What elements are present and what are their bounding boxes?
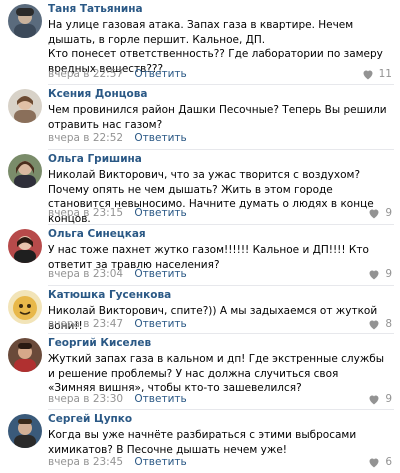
comment-item: Ксения Донцова Чем провинился район Дашк… <box>0 85 400 150</box>
like-button[interactable]: 9 <box>368 207 392 219</box>
heart-icon <box>369 209 379 218</box>
comment-meta: вчера в 23:15 Ответить <box>48 207 187 219</box>
like-count: 8 <box>385 318 392 330</box>
avatar[interactable] <box>8 338 42 372</box>
like-button[interactable]: 11 <box>362 68 392 80</box>
heart-icon <box>369 395 379 404</box>
comment-author[interactable]: Георгий Киселев <box>48 337 151 349</box>
comment-meta: вчера в 22:57 Ответить <box>48 68 187 80</box>
like-count: 6 <box>385 456 392 468</box>
like-button[interactable]: 9 <box>368 393 392 405</box>
comment-author[interactable]: Ксения Донцова <box>48 88 147 100</box>
heart-icon <box>369 458 379 467</box>
heart-icon <box>369 270 379 279</box>
comment-time[interactable]: вчера в 22:52 <box>48 132 123 144</box>
comment-time[interactable]: вчера в 23:04 <box>48 268 123 280</box>
avatar[interactable] <box>8 290 42 324</box>
like-count: 9 <box>385 268 392 280</box>
comment-meta: вчера в 23:47 Ответить <box>48 318 187 330</box>
avatar[interactable] <box>8 414 42 448</box>
like-button[interactable]: 8 <box>368 318 392 330</box>
reply-button[interactable]: Ответить <box>134 318 186 330</box>
reply-button[interactable]: Ответить <box>134 268 186 280</box>
comment-time[interactable]: вчера в 23:47 <box>48 318 123 330</box>
comment-author[interactable]: Таня Татьянина <box>48 3 143 15</box>
comment-text: Жуткий запах газа в кальном и дп! Где эк… <box>48 353 385 394</box>
comment-author[interactable]: Катюшка Гусенкова <box>48 289 171 301</box>
like-button[interactable]: 9 <box>368 268 392 280</box>
comment-item: Георгий Киселев Жуткий запах газа в каль… <box>0 334 400 410</box>
like-count: 9 <box>385 207 392 219</box>
comment-meta: вчера в 23:04 Ответить <box>48 268 187 280</box>
comment-time[interactable]: вчера в 22:57 <box>48 68 123 80</box>
reply-button[interactable]: Ответить <box>134 68 186 80</box>
heart-icon <box>363 70 373 79</box>
comment-item: Таня Татьянина На улице газовая атака. З… <box>0 0 400 85</box>
avatar[interactable] <box>8 4 42 38</box>
comment-meta: вчера в 23:45 Ответить <box>48 456 187 468</box>
comment-item: Ольга Синецкая У нас тоже пахнет жутко г… <box>0 225 400 286</box>
reply-button[interactable]: Ответить <box>134 207 186 219</box>
comment-item: Ольга Гришина Николай Викторович, что за… <box>0 150 400 225</box>
comment-text: Чем провинился район Дашки Песочные? Теп… <box>48 104 387 131</box>
reply-button[interactable]: Ответить <box>134 393 186 405</box>
like-button[interactable]: 6 <box>368 456 392 468</box>
comment-author[interactable]: Ольга Синецкая <box>48 228 146 240</box>
comment-meta: вчера в 23:30 Ответить <box>48 393 187 405</box>
comment-author[interactable]: Сергей Цупко <box>48 413 132 425</box>
comment-time[interactable]: вчера в 23:30 <box>48 393 123 405</box>
reply-button[interactable]: Ответить <box>134 132 186 144</box>
comment-item: Катюшка Гусенкова Николай Викторович, сп… <box>0 286 400 334</box>
avatar[interactable] <box>8 89 42 123</box>
reply-button[interactable]: Ответить <box>134 456 186 468</box>
avatar[interactable] <box>8 229 42 263</box>
comment-time[interactable]: вчера в 23:15 <box>48 207 123 219</box>
heart-icon <box>369 320 379 329</box>
comment-text: Когда вы уже начнёте разбираться с этими… <box>48 429 357 456</box>
comment-author[interactable]: Ольга Гришина <box>48 153 142 165</box>
comment-item: Сергей Цупко Когда вы уже начнёте разбир… <box>0 410 400 473</box>
avatar[interactable] <box>8 154 42 188</box>
comment-meta: вчера в 22:52 Ответить <box>48 132 187 144</box>
like-count: 11 <box>378 68 392 80</box>
comment-time[interactable]: вчера в 23:45 <box>48 456 123 468</box>
like-count: 9 <box>385 393 392 405</box>
